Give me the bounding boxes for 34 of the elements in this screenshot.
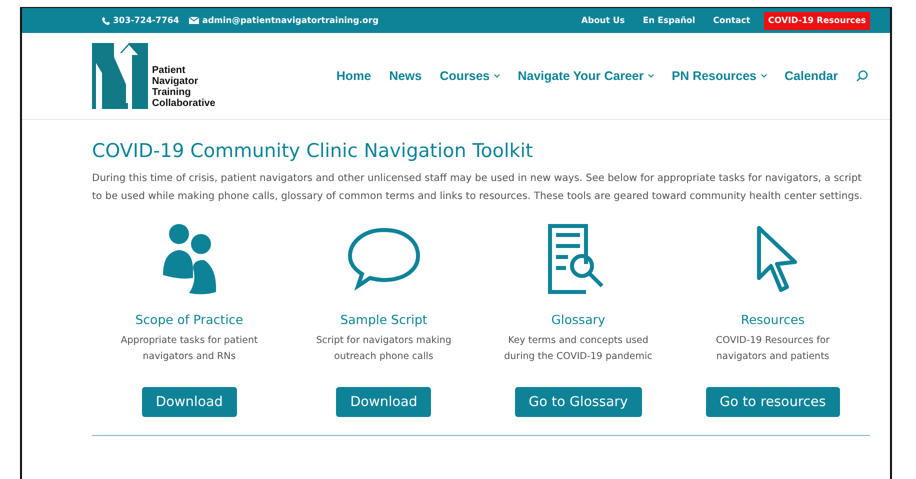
card-description: Key terms and concepts used during the COVID-19 pandemic (503, 334, 654, 364)
card-button[interactable]: Go to Glossary (514, 387, 642, 417)
phone-number: 303-724-7764 (102, 16, 180, 26)
intro-paragraph: During this time of crisis, patient navigators and other unlicensed staff may be used in new ways. See below for appropriate tasks for navigators, a script to be used while making phone calls, glossary of common terms and links to resources. These tools are geared toward community health center settings. (92, 172, 864, 204)
nav-link[interactable]: PN Resources (672, 69, 766, 83)
phone-icon (102, 16, 110, 24)
card-button[interactable]: Download (142, 387, 237, 417)
nav-link[interactable]: Navigate Your Career (518, 69, 654, 83)
search-icon[interactable] (856, 70, 868, 82)
chevron-icon (648, 74, 654, 78)
chevron-icon (494, 74, 500, 78)
top-link[interactable]: En Español (638, 12, 700, 30)
card-title: Resources (740, 312, 805, 327)
card-title: Scope of Practice (135, 312, 244, 327)
top-link[interactable]: Contact (709, 12, 754, 30)
nav-link[interactable]: News (389, 69, 422, 83)
chevron-icon (760, 74, 766, 78)
nav-link[interactable]: Home (336, 69, 372, 83)
email-address[interactable]: admin@patientnavigatortraining.org (189, 16, 379, 26)
top-link[interactable]: COVID-19 Resources (764, 12, 870, 30)
card-description: Appropriate tasks for patient navigators and RNs (120, 334, 259, 364)
nav-link[interactable]: Calendar (784, 69, 838, 83)
page-heading: COVID-19 Community Clinic Navigation Toolkit (92, 140, 534, 162)
logo-text: Patient Navigator Training Collaborative (152, 65, 216, 109)
nav-link[interactable]: Courses (440, 69, 500, 83)
card-description: COVID-19 Resources for navigators and patients (714, 334, 831, 364)
logo-icon (92, 43, 148, 109)
card-button[interactable]: Download (336, 387, 432, 417)
card-title: Sample Script (340, 312, 428, 327)
top-link[interactable]: About Us (577, 12, 629, 30)
card-button[interactable]: Go to resources (706, 387, 840, 417)
card-title: Glossary (551, 312, 606, 327)
mail-icon (189, 17, 200, 24)
card-description: Script for navigators making outreach phone calls (315, 334, 452, 364)
